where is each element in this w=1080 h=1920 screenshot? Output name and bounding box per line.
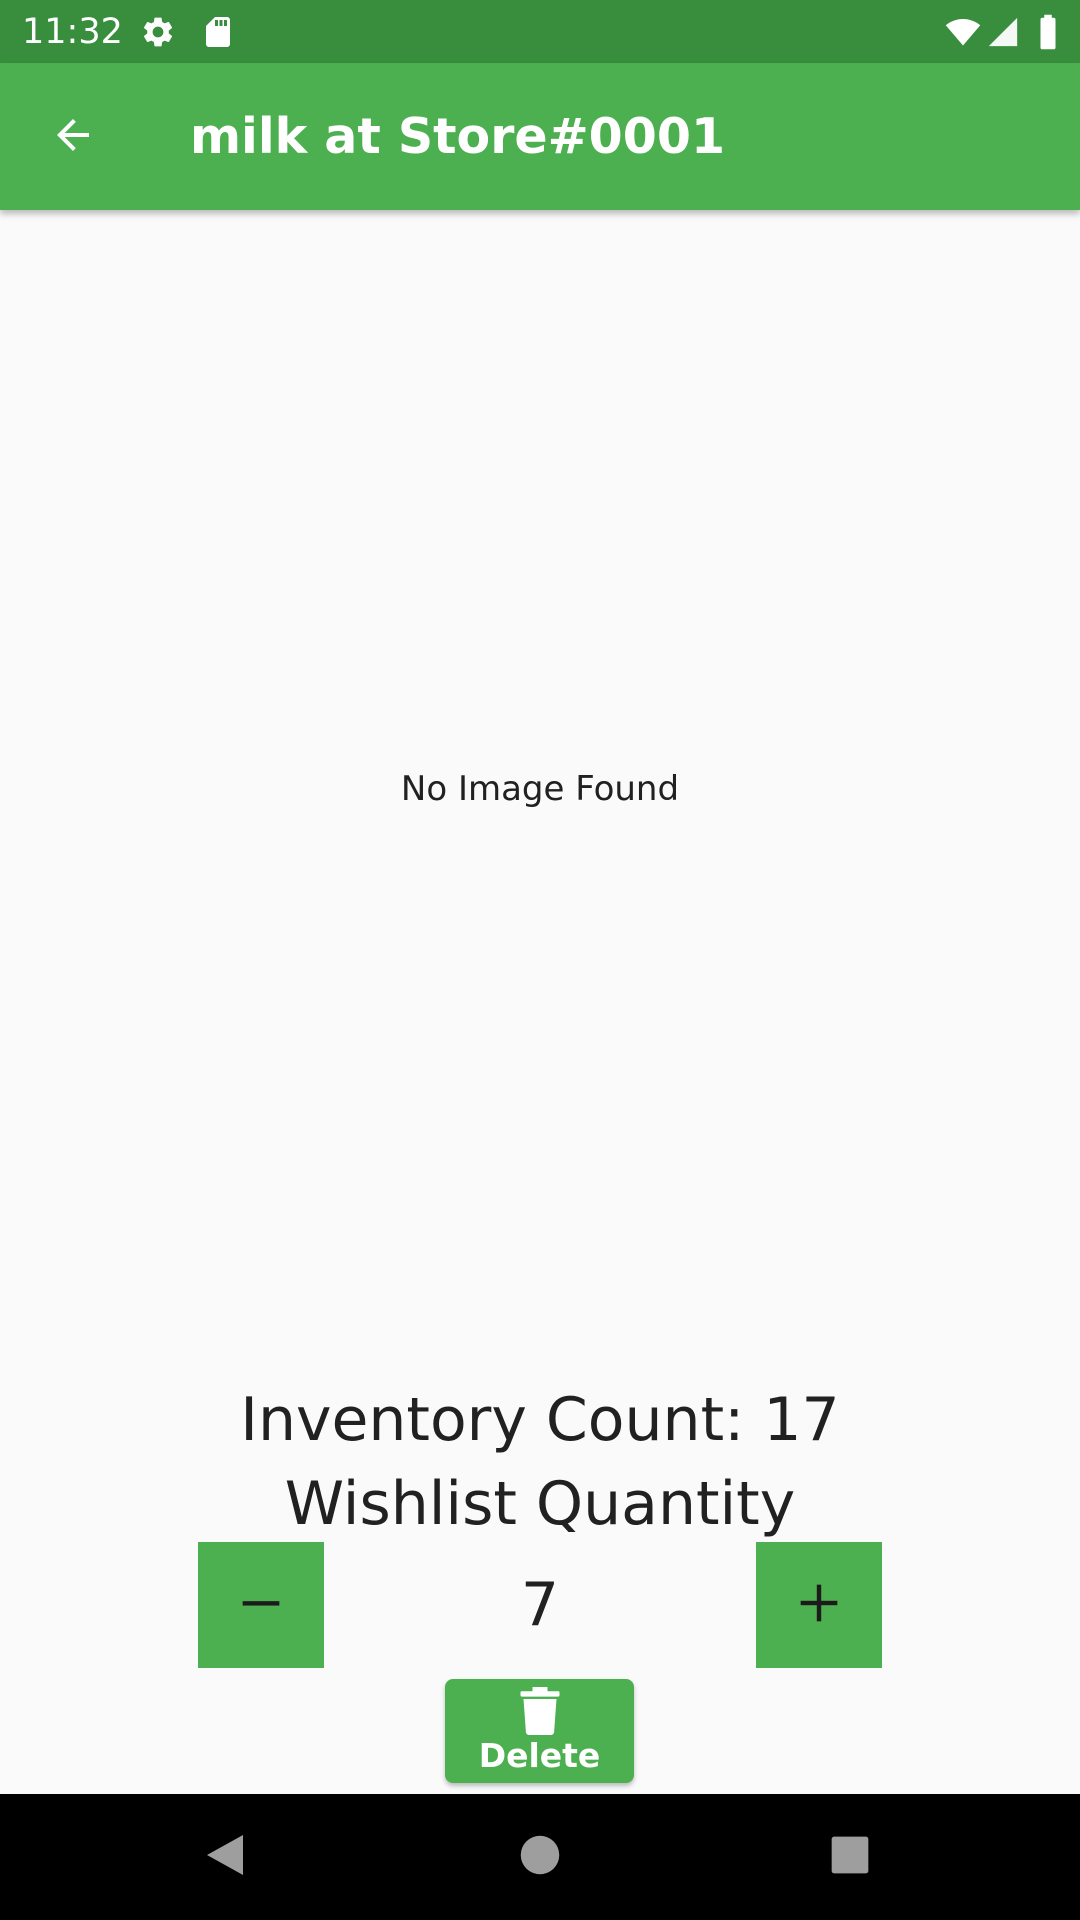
no-image-placeholder: No Image Found <box>400 769 680 809</box>
nav-back-button[interactable] <box>195 1827 255 1887</box>
back-button[interactable] <box>34 98 112 176</box>
back-triangle-icon <box>203 1831 247 1883</box>
app-bar: milk at Store#0001 <box>0 63 1080 210</box>
wishlist-quantity-value: 7 <box>520 1570 560 1640</box>
wishlist-quantity-label: Wishlist Quantity <box>284 1469 796 1539</box>
battery-icon <box>1036 14 1060 50</box>
sd-card-icon <box>200 14 236 50</box>
arrow-back-icon <box>49 111 97 163</box>
delete-button[interactable]: Delete <box>445 1679 634 1783</box>
inventory-count: Inventory Count: 17 <box>240 1385 840 1455</box>
recents-square-icon <box>830 1835 870 1879</box>
nav-home-button[interactable] <box>510 1827 570 1887</box>
nav-recents-button[interactable] <box>820 1827 880 1887</box>
status-time: 11:32 <box>22 12 123 52</box>
wifi-icon <box>944 14 981 50</box>
signal-icon <box>986 14 1022 50</box>
plus-icon <box>797 1581 841 1629</box>
minus-icon <box>239 1581 283 1629</box>
delete-label: Delete <box>478 1736 601 1775</box>
page-title: milk at Store#0001 <box>190 108 726 165</box>
status-bar: 11:32 <box>0 0 1080 63</box>
decrement-button[interactable] <box>198 1542 324 1668</box>
gear-icon <box>140 14 176 50</box>
home-circle-icon <box>519 1834 561 1880</box>
navigation-bar <box>0 1794 1080 1920</box>
increment-button[interactable] <box>756 1542 882 1668</box>
trash-icon <box>519 1687 561 1735</box>
